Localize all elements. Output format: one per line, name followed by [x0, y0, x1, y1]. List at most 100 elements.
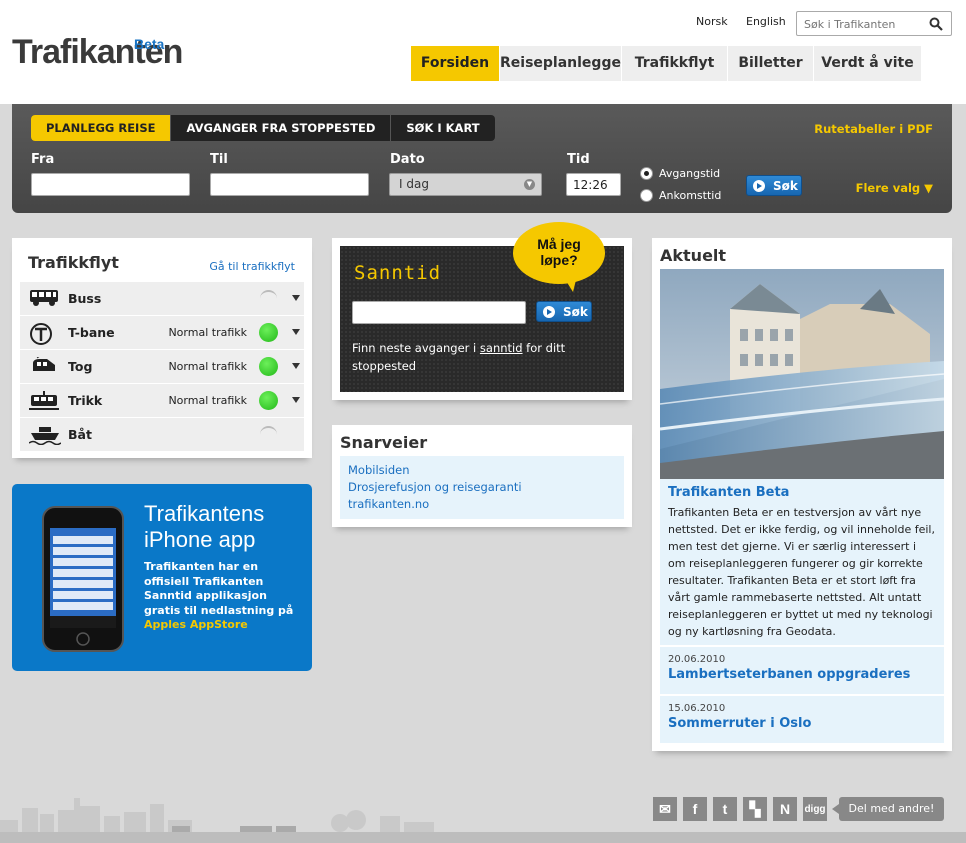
date-value: I dag: [399, 177, 429, 191]
facebook-icon[interactable]: f: [683, 797, 707, 821]
news-date: 20.06.2010: [668, 654, 726, 665]
tab-reiseplanlegger[interactable]: Reiseplanlegger: [499, 46, 628, 81]
lang-english-link[interactable]: English: [746, 15, 786, 28]
share-button[interactable]: Del med andre!: [832, 797, 944, 821]
tab-billetter[interactable]: Billetter: [727, 46, 813, 81]
speech-bubble: Må jeg løpe?: [513, 222, 605, 292]
bubble-line1: Må jeg: [537, 236, 581, 252]
goto-trafikkflyt-link[interactable]: Gå til trafikkflyt: [209, 260, 295, 273]
expand-arrow-icon[interactable]: [292, 397, 300, 403]
iphone-image: [42, 506, 124, 652]
tab-verdt-a-vite[interactable]: Verdt å vite: [813, 46, 921, 81]
tbane-icon: [29, 323, 53, 349]
tab-sok-i-kart[interactable]: SØK I KART: [390, 115, 494, 141]
time-input[interactable]: [566, 173, 621, 196]
traffic-row-buss[interactable]: Buss: [20, 282, 304, 315]
status-green-icon: [259, 357, 278, 376]
tab-forsiden[interactable]: Forsiden: [411, 46, 499, 81]
play-icon: [543, 305, 555, 318]
trafikkflyt-panel: Trafikkflyt Gå til trafikkflyt Buss T-ba…: [12, 238, 312, 458]
shortcut-drosjerefusjon[interactable]: Drosjerefusjon og reisegaranti: [348, 479, 616, 496]
status-green-icon: [259, 323, 278, 342]
traffic-status: Normal trafikk: [168, 326, 247, 339]
traffic-name: Trikk: [68, 393, 103, 408]
boat-icon: [28, 425, 62, 449]
traffic-row-trikk[interactable]: Trikk Normal trafikk: [20, 384, 304, 417]
time-label: Tid: [567, 152, 590, 167]
main-news-headline[interactable]: Trafikanten Beta: [668, 485, 936, 500]
promo-text: Trafikanten har en offisiell Trafikanten…: [144, 560, 294, 617]
traffic-name: Tog: [68, 359, 93, 374]
radio-departure[interactable]: Avgangstid: [640, 167, 720, 180]
shortcut-mobilsiden[interactable]: Mobilsiden: [348, 462, 616, 479]
play-icon: [753, 179, 765, 192]
news-title[interactable]: Sommerruter i Oslo: [668, 716, 936, 731]
traffic-row-tbane[interactable]: T-bane Normal trafikk: [20, 316, 304, 349]
sanntid-link[interactable]: sanntid: [480, 341, 523, 355]
promo-title-line2: iPhone app: [144, 527, 256, 552]
delicious-icon[interactable]: ▚: [743, 797, 767, 821]
footer-bar: [0, 832, 966, 843]
digg-icon[interactable]: digg: [803, 797, 827, 821]
lang-norsk-link[interactable]: Norsk: [696, 15, 728, 28]
more-options-link[interactable]: Flere valg ▼: [856, 181, 933, 195]
iphone-app-promo[interactable]: Trafikantens iPhone app Trafikanten har e…: [12, 484, 312, 671]
trafikanten-logo[interactable]: Trafikanten Beta: [12, 32, 183, 72]
sanntid-search-button[interactable]: Søk: [536, 301, 592, 322]
expand-arrow-icon[interactable]: [292, 363, 300, 369]
appstore-link[interactable]: Apples AppStore: [144, 618, 248, 631]
trafikkflyt-title: Trafikkflyt: [28, 253, 119, 272]
tab-avganger[interactable]: AVGANGER FRA STOPPESTED: [170, 115, 390, 141]
bus-icon: [29, 289, 59, 311]
to-input[interactable]: [210, 173, 369, 196]
loading-icon: [260, 426, 277, 443]
radio-selected-icon: [640, 167, 653, 180]
nettby-icon[interactable]: N: [773, 797, 797, 821]
news-item: 15.06.2010 Sommerruter i Oslo: [660, 696, 944, 743]
traffic-row-bat[interactable]: Båt: [20, 418, 304, 451]
more-options-label: Flere valg: [855, 181, 921, 195]
aktuelt-title: Aktuelt: [660, 246, 727, 265]
traffic-name: Båt: [68, 427, 92, 442]
twitter-icon[interactable]: t: [713, 797, 737, 821]
dropdown-arrow-icon: ▼: [524, 179, 535, 190]
news-item: 20.06.2010 Lambertseterbanen oppgraderes: [660, 647, 944, 694]
radio-unselected-icon: [640, 189, 653, 202]
journey-planner: PLANLEGG REISE AVGANGER FRA STOPPESTED S…: [12, 104, 952, 213]
snarveier-title: Snarveier: [340, 433, 428, 452]
from-input[interactable]: [31, 173, 190, 196]
traffic-row-tog[interactable]: Tog Normal trafikk: [20, 350, 304, 383]
tab-planlegg-reise[interactable]: PLANLEGG REISE: [31, 115, 171, 141]
radio-arrival[interactable]: Ankomsttid: [640, 189, 721, 202]
header: Trafikanten Beta Norsk English Forsiden …: [0, 0, 966, 104]
aktuelt-panel: Aktuelt Trafikanten Beta Trafikanten Bet…: [652, 238, 952, 751]
iphone-promo-title: Trafikantens iPhone app: [144, 501, 264, 553]
traffic-name: T-bane: [68, 325, 115, 340]
beta-badge: Beta: [134, 36, 165, 52]
bubble-line2: løpe?: [540, 252, 578, 268]
city-skyline-decoration: [0, 798, 434, 835]
traffic-status: Normal trafikk: [168, 394, 247, 407]
tram-icon: [29, 391, 59, 415]
expand-arrow-icon[interactable]: [292, 329, 300, 335]
share-icons: ✉ f t ▚ N digg: [653, 797, 833, 821]
mail-icon[interactable]: ✉: [653, 797, 677, 821]
date-select[interactable]: I dag ▼: [389, 173, 542, 196]
tab-trafikkflyt[interactable]: Trafikkflyt: [621, 46, 727, 81]
planner-tabs: PLANLEGG REISE AVGANGER FRA STOPPESTED S…: [31, 115, 495, 141]
search-input[interactable]: [804, 13, 929, 35]
search-button-label: Søk: [563, 304, 588, 319]
rutetabeller-pdf-link[interactable]: Rutetabeller i PDF: [814, 122, 933, 136]
sanntid-input[interactable]: [352, 301, 526, 324]
radio-arrival-label: Ankomsttid: [659, 189, 722, 202]
expand-arrow-icon[interactable]: [292, 295, 300, 301]
date-label: Dato: [390, 152, 425, 167]
sanntid-description: Finn neste avganger i sanntid for ditt s…: [352, 339, 582, 375]
planner-search-button[interactable]: Søk: [746, 175, 802, 196]
search-button-label: Søk: [773, 178, 798, 193]
radio-departure-label: Avgangstid: [659, 167, 721, 180]
news-photo[interactable]: [660, 269, 944, 479]
search-icon[interactable]: [929, 16, 943, 35]
shortcut-trafikanten[interactable]: trafikanten.no: [348, 496, 616, 513]
news-title[interactable]: Lambertseterbanen oppgraderes: [668, 667, 936, 682]
